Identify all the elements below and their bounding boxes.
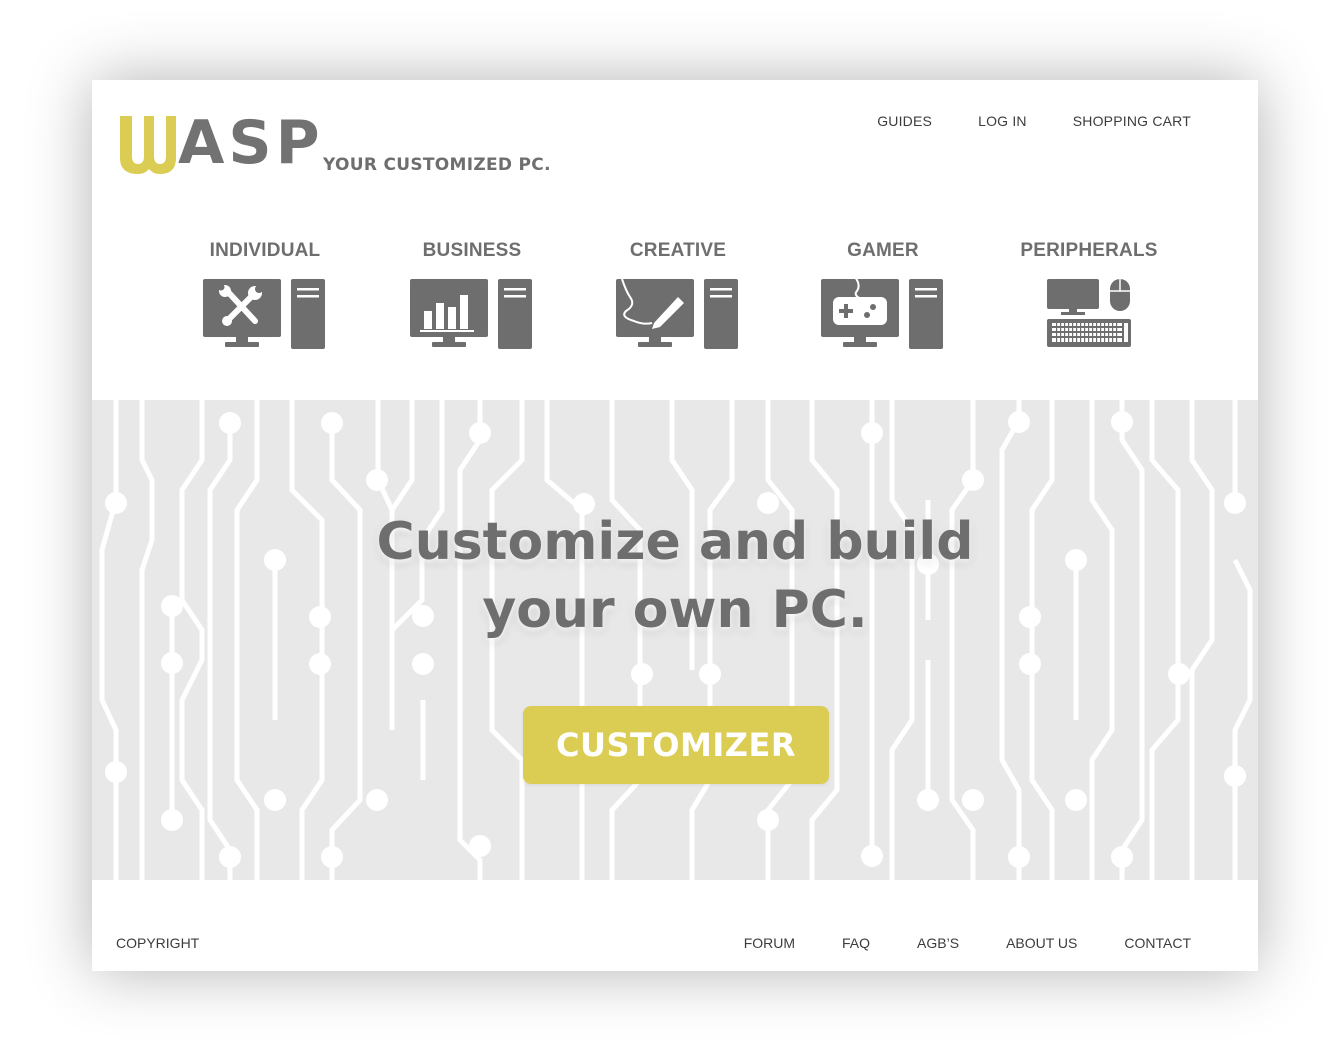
- tools-desktop-icon: [203, 279, 325, 349]
- logo-text: ASP: [178, 108, 324, 178]
- circuit-pad: [1224, 765, 1246, 787]
- category-bar: INDIVIDUAL BUSINESS CREATIVE GAMER PERIP…: [92, 240, 1258, 360]
- circuit-pad: [161, 809, 183, 831]
- category-business[interactable]: BUSINESS: [382, 240, 562, 349]
- circuit-pad: [105, 761, 127, 783]
- footer-link-contact[interactable]: CONTACT: [1124, 935, 1191, 951]
- category-label: GAMER: [847, 240, 919, 261]
- circuit-pad: [1168, 663, 1190, 685]
- circuit-pad: [321, 412, 343, 434]
- category-label: CREATIVE: [629, 240, 727, 261]
- circuit-pad: [962, 789, 984, 811]
- circuit-pad: [1019, 653, 1041, 675]
- circuit-pad: [1008, 846, 1030, 868]
- circuit-pad: [1111, 411, 1133, 433]
- circuit-pad: [219, 846, 241, 868]
- category-gamer[interactable]: GAMER: [793, 240, 973, 349]
- hero-title-line-1: Customize and build: [376, 512, 974, 572]
- circuit-pad: [699, 663, 721, 685]
- footer-link-about-us[interactable]: ABOUT US: [1006, 935, 1077, 951]
- circuit-pad: [861, 845, 883, 867]
- circuit-pad: [366, 789, 388, 811]
- hero-title: Customize and build your own PC.: [92, 508, 1258, 644]
- monitor-keyboard-mouse-icon: [1047, 279, 1131, 347]
- circuit-pad: [264, 789, 286, 811]
- customizer-button[interactable]: CUSTOMIZER: [523, 706, 829, 784]
- nav-shopping-cart[interactable]: SHOPPING CART: [1073, 113, 1191, 129]
- circuit-pad: [469, 835, 491, 857]
- footer-link-agbs[interactable]: AGB’S: [917, 935, 959, 951]
- page-frame: ASP YOUR CUSTOMIZED PC. GUIDES LOG IN SH…: [92, 80, 1258, 971]
- footer-link-faq[interactable]: FAQ: [842, 935, 870, 951]
- circuit-pad: [962, 469, 984, 491]
- circuit-pad: [366, 469, 388, 491]
- circuit-pad: [1065, 789, 1087, 811]
- circuit-pad: [412, 653, 434, 675]
- circuit-pad: [861, 422, 883, 444]
- category-label: PERIPHERALS: [1020, 240, 1158, 261]
- circuit-trace: [1149, 605, 1181, 880]
- category-label: INDIVIDUAL: [209, 240, 321, 261]
- circuit-pad: [917, 789, 939, 811]
- footer-navigation: FORUM FAQ AGB’S ABOUT US CONTACT: [697, 935, 1191, 951]
- circuit-pad: [1111, 846, 1133, 868]
- circuit-pad: [321, 846, 343, 868]
- copyright-text: COPYRIGHT: [116, 935, 200, 951]
- nav-log-in[interactable]: LOG IN: [978, 113, 1027, 129]
- circuit-pad: [219, 412, 241, 434]
- circuit-pad: [309, 653, 331, 675]
- circuit-pad: [1008, 411, 1030, 433]
- circuit-trace: [389, 400, 415, 512]
- footer-link-forum[interactable]: FORUM: [744, 935, 795, 951]
- hero-banner: Customize and build your own PC. CUSTOMI…: [92, 400, 1258, 880]
- circuit-pad: [757, 809, 779, 831]
- circuit-trace: [207, 420, 233, 880]
- pen-tablet-desktop-icon: [616, 278, 738, 349]
- bar-chart-desktop-icon: [410, 279, 532, 349]
- top-navigation: GUIDES LOG IN SHOPPING CART: [831, 113, 1191, 129]
- circuit-pad: [469, 422, 491, 444]
- category-creative[interactable]: CREATIVE: [588, 240, 768, 349]
- category-individual[interactable]: INDIVIDUAL: [175, 240, 355, 349]
- circuit-pad: [631, 663, 653, 685]
- gamepad-desktop-icon: [821, 277, 943, 349]
- hero-title-line-2: your own PC.: [482, 580, 868, 640]
- circuit-pad: [161, 652, 183, 674]
- circuit-trace: [329, 420, 363, 880]
- category-label: BUSINESS: [422, 240, 522, 261]
- nav-guides[interactable]: GUIDES: [877, 113, 932, 129]
- tagline: YOUR CUSTOMIZED PC.: [323, 155, 551, 175]
- logo-w-mark: [120, 116, 176, 174]
- category-peripherals[interactable]: PERIPHERALS: [999, 240, 1179, 349]
